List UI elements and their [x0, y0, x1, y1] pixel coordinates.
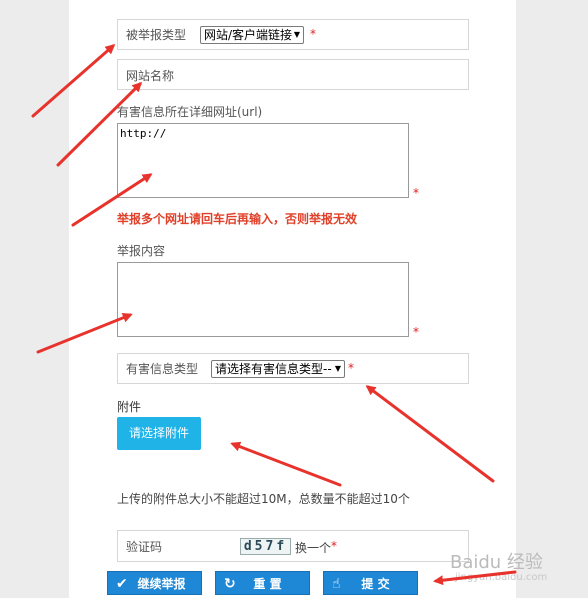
- required-mark: *: [413, 186, 419, 200]
- url-value: http://: [120, 127, 167, 140]
- submit-button[interactable]: ☝ 提 交: [323, 571, 418, 595]
- report-type-value: 网站/客户端链接: [204, 28, 293, 42]
- dropdown-caret-icon: ▼: [293, 30, 300, 39]
- content-label: 举报内容: [117, 244, 166, 258]
- required-mark: *: [413, 325, 419, 339]
- url-warning: 举报多个网址请回车后再输入，否则举报无效: [117, 212, 358, 226]
- captcha-label: 验证码: [126, 540, 163, 554]
- choose-attachment-button[interactable]: 请选择附件: [117, 417, 201, 450]
- required-mark: *: [348, 361, 354, 375]
- required-mark: *: [331, 539, 337, 553]
- url-textarea[interactable]: http://: [117, 123, 409, 198]
- report-type-label: 被举报类型: [126, 28, 187, 42]
- content-textarea[interactable]: [117, 262, 409, 337]
- continue-report-button[interactable]: ✔ 继续举报: [107, 571, 202, 595]
- harmful-type-value: 请选择有害信息类型--: [215, 362, 332, 376]
- required-mark: *: [310, 27, 316, 41]
- captcha-image: d57f: [240, 538, 291, 555]
- site-name-input[interactable]: 网站名称: [117, 59, 469, 90]
- harmful-type-select[interactable]: 请选择有害信息类型-- ▼: [211, 360, 345, 378]
- site-name-placeholder: 网站名称: [126, 69, 175, 83]
- attachment-label: 附件: [117, 400, 142, 414]
- dropdown-caret-icon: ▼: [334, 364, 341, 373]
- baidu-watermark: Baidu 经验: [450, 552, 543, 573]
- captcha-refresh-link[interactable]: 换一个: [295, 539, 331, 556]
- attachment-note: 上传的附件总大小不能超过10M，总数量不能超过10个: [117, 492, 410, 506]
- url-label: 有害信息所在详细网址(url): [117, 105, 263, 119]
- captcha-row: [117, 530, 469, 562]
- reset-button[interactable]: ↻ 重 置: [215, 571, 310, 595]
- report-type-select[interactable]: 网站/客户端链接 ▼: [200, 26, 304, 44]
- baidu-watermark-url: jingyan.baidu.com: [455, 572, 548, 583]
- harmful-type-label: 有害信息类型: [126, 362, 199, 376]
